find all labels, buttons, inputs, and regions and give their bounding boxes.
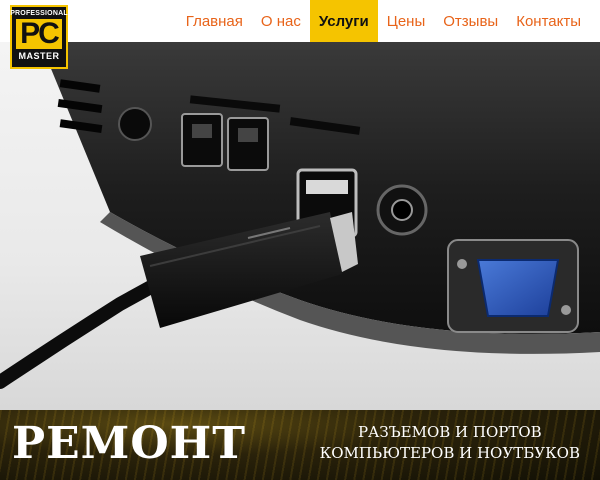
hero-image [0, 42, 600, 410]
logo-top-text: PROFESSIONAL [10, 10, 68, 17]
laptop-ports-illustration [0, 42, 600, 389]
nav-item-prices[interactable]: Цены [378, 0, 435, 42]
nav-item-home[interactable]: Главная [177, 0, 252, 42]
site-logo[interactable]: PROFESSIONAL PC MASTER [10, 5, 68, 69]
nav-item-about[interactable]: О нас [252, 0, 310, 42]
banner-title: РЕМОНТ [12, 418, 246, 469]
logo-bottom-text: MASTER [18, 51, 60, 61]
nav-item-services[interactable]: Услуги [309, 0, 378, 42]
nav-item-contacts[interactable]: Контакты [507, 0, 590, 42]
nav-item-reviews[interactable]: Отзывы [434, 0, 507, 42]
hero-banner: РЕМОНТ РАЗЪЕМОВ И ПОРТОВ КОМПЬЮТЕРОВ И Н… [0, 410, 600, 480]
site-header: Главная О нас Услуги Цены Отзывы Контакт… [0, 0, 600, 42]
main-nav: Главная О нас Услуги Цены Отзывы Контакт… [177, 0, 590, 42]
logo-main-text: PC [16, 19, 62, 49]
banner-subtitle: РАЗЪЕМОВ И ПОРТОВ КОМПЬЮТЕРОВ И НОУТБУКО… [320, 422, 580, 464]
banner-subtitle-line1: РАЗЪЕМОВ И ПОРТОВ [357, 423, 542, 441]
banner-subtitle-line2: КОМПЬЮТЕРОВ И НОУТБУКОВ [319, 444, 580, 462]
